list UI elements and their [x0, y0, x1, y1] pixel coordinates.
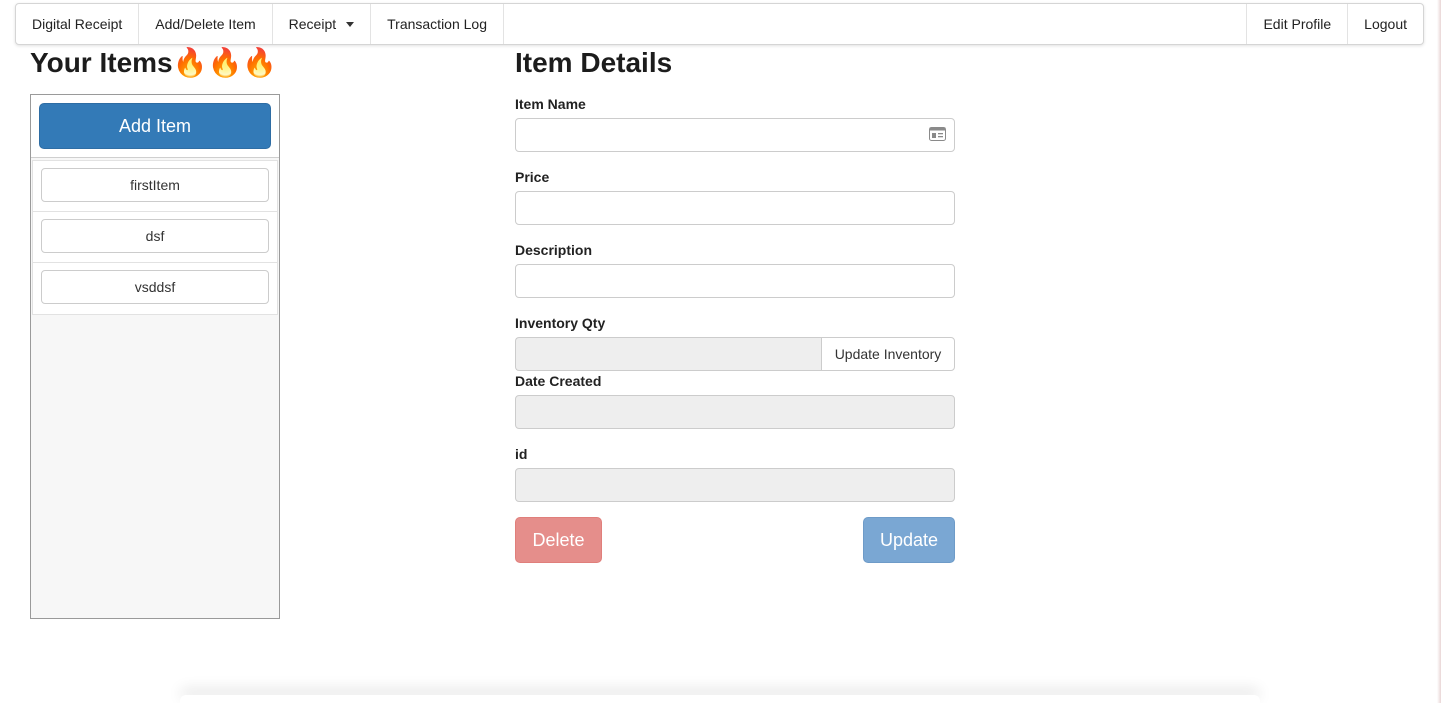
item-button-vsddsf[interactable]: vsddsf	[41, 270, 269, 304]
add-item-container: Add Item	[31, 95, 279, 158]
inventory-qty-input[interactable]	[515, 337, 822, 371]
price-input[interactable]	[515, 191, 955, 225]
id-label: id	[515, 446, 528, 462]
date-created-label: Date Created	[515, 373, 602, 389]
item-name-input[interactable]	[515, 118, 955, 152]
delete-button[interactable]: Delete	[515, 517, 602, 563]
item-button-dsf[interactable]: dsf	[41, 219, 269, 253]
bottom-panel-edge	[180, 695, 1260, 703]
description-label: Description	[515, 242, 593, 258]
list-item: dsf	[33, 212, 277, 263]
navbar-right-group: Edit Profile Logout	[1246, 4, 1423, 44]
nav-digital-receipt-label: Digital Receipt	[32, 16, 123, 32]
nav-transaction-log-label: Transaction Log	[387, 16, 487, 32]
nav-transaction-log[interactable]: Transaction Log	[371, 4, 504, 44]
your-items-title: Your Items🔥🔥🔥	[30, 47, 278, 78]
price-label: Price	[515, 169, 550, 185]
id-field	[515, 468, 955, 502]
item-button-firstitem[interactable]: firstItem	[41, 168, 269, 202]
nav-logout[interactable]: Logout	[1347, 4, 1423, 44]
nav-add-delete-item[interactable]: Add/Delete Item	[139, 4, 273, 44]
nav-receipt-label: Receipt	[288, 16, 337, 32]
list-item: firstItem	[33, 161, 277, 212]
navbar-left-group: Digital Receipt Add/Delete Item Receipt …	[16, 4, 504, 44]
description-input[interactable]	[515, 264, 955, 298]
contact-card-icon[interactable]	[929, 127, 946, 141]
nav-edit-profile[interactable]: Edit Profile	[1246, 4, 1347, 44]
item-list: firstItem dsf vsddsf	[32, 160, 278, 315]
top-navbar: Digital Receipt Add/Delete Item Receipt …	[15, 3, 1424, 45]
nav-digital-receipt[interactable]: Digital Receipt	[16, 4, 140, 44]
window-edge	[1437, 0, 1441, 703]
nav-logout-label: Logout	[1364, 16, 1407, 32]
nav-edit-profile-label: Edit Profile	[1263, 16, 1332, 32]
items-panel: Add Item firstItem dsf vsddsf	[30, 94, 280, 619]
item-details-title: Item Details	[515, 47, 673, 78]
update-inventory-button[interactable]: Update Inventory	[821, 337, 955, 371]
caret-down-icon	[346, 21, 355, 27]
nav-receipt-dropdown[interactable]: Receipt	[273, 4, 372, 44]
inventory-qty-label: Inventory Qty	[515, 315, 606, 331]
item-name-label: Item Name	[515, 96, 586, 112]
list-item: vsddsf	[33, 263, 277, 314]
date-created-field	[515, 395, 955, 429]
nav-add-delete-item-label: Add/Delete Item	[155, 16, 256, 32]
update-button[interactable]: Update	[863, 517, 955, 563]
add-item-button[interactable]: Add Item	[39, 103, 271, 149]
